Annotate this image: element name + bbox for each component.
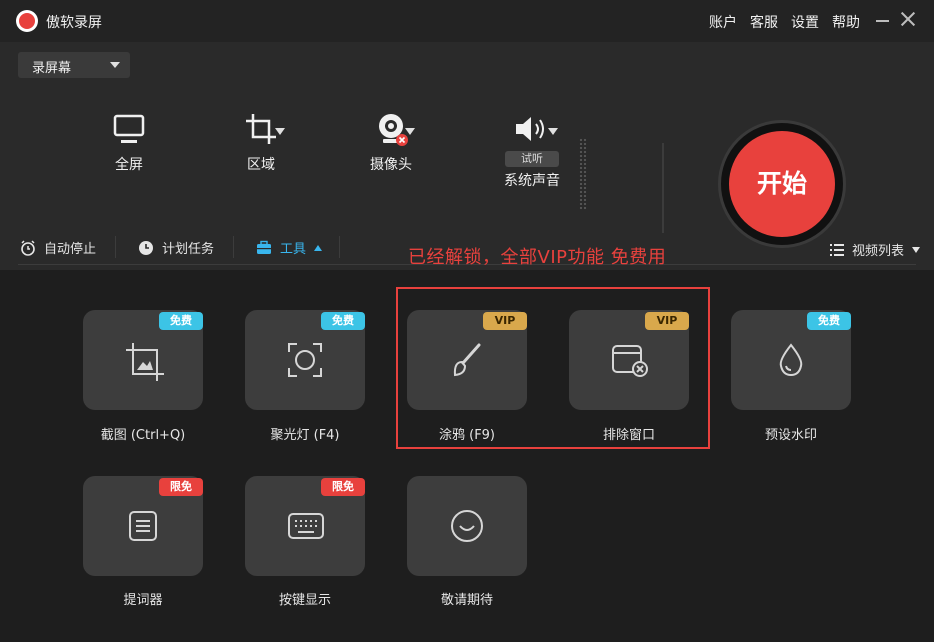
- watermark-drop-icon: [779, 343, 803, 377]
- tools-label: 工具: [280, 242, 307, 257]
- watermark-label: 预设水印: [764, 428, 817, 443]
- top-links: 账户 客服 设置 帮助: [709, 12, 860, 32]
- vip-highlight-box: [396, 287, 710, 449]
- list-icon: [829, 243, 844, 256]
- settings-link[interactable]: 设置: [791, 12, 819, 32]
- help-link[interactable]: 帮助: [832, 12, 860, 32]
- video-list-button[interactable]: 视频列表: [829, 240, 920, 259]
- mode-dropdown-value: 录屏幕: [32, 61, 72, 76]
- vip-unlock-notice: 已经解锁，全部VIP功能 免费用: [408, 247, 667, 268]
- volume-meter: [579, 138, 587, 210]
- speaker-icon: [516, 117, 544, 141]
- auto-stop-button[interactable]: 自动停止: [20, 238, 96, 257]
- title-bar: 傲软录屏 账户 客服 设置 帮助: [0, 0, 934, 42]
- monitor-icon: [113, 114, 145, 143]
- webcam-label: 摄像头: [370, 157, 412, 173]
- region-label: 区域: [247, 157, 275, 173]
- close-icon[interactable]: [900, 11, 916, 27]
- divider: [339, 236, 340, 258]
- fullscreen-button[interactable]: 全屏: [100, 112, 158, 174]
- region-button[interactable]: 区域: [232, 112, 290, 174]
- fullscreen-label: 全屏: [115, 157, 143, 173]
- screenshot-label: 截图 (Ctrl+Q): [100, 428, 186, 443]
- spotlight-tool[interactable]: 免费: [245, 310, 365, 410]
- keystroke-label: 按键显示: [278, 593, 331, 608]
- tools-tab[interactable]: 工具: [256, 238, 323, 257]
- test-listen-button[interactable]: 试听: [505, 151, 559, 167]
- limited-free-badge: 限免: [321, 478, 365, 496]
- start-button[interactable]: 开始: [729, 131, 835, 237]
- crop-image-icon: [126, 343, 164, 381]
- chevron-down-icon: [110, 62, 120, 68]
- webcam-dropdown-icon[interactable]: [405, 128, 415, 135]
- teleprompter-label: 提词器: [123, 593, 163, 608]
- schedule-button[interactable]: 计划任务: [138, 238, 214, 257]
- coming-soon-tile: [407, 476, 527, 576]
- support-link[interactable]: 客服: [750, 12, 778, 32]
- keyboard-icon: [288, 513, 324, 539]
- screenshot-tool[interactable]: 免费: [83, 310, 203, 410]
- free-badge: 免费: [159, 312, 203, 330]
- teleprompter-tool[interactable]: 限免: [83, 476, 203, 576]
- keystroke-tool[interactable]: 限免: [245, 476, 365, 576]
- divider: [662, 143, 664, 233]
- chevron-down-icon: [912, 246, 920, 253]
- auto-stop-label: 自动停止: [44, 242, 97, 257]
- app-title: 傲软录屏: [46, 15, 102, 31]
- schedule-label: 计划任务: [162, 242, 215, 257]
- webcam-button[interactable]: 摄像头: [362, 112, 420, 174]
- minimize-icon[interactable]: [876, 20, 889, 22]
- free-badge: 免费: [807, 312, 851, 330]
- region-dropdown-icon[interactable]: [275, 128, 285, 135]
- spotlight-label: 聚光灯 (F4): [270, 428, 340, 443]
- coming-soon-label: 敬请期待: [440, 593, 493, 608]
- recording-panel: 录屏幕 全屏 区域 摄像头 系统声音 试听 开始: [0, 42, 934, 270]
- system-audio-label: 系统声音: [504, 173, 560, 189]
- crop-region-icon: [246, 114, 276, 144]
- toolbox-icon: [257, 240, 271, 254]
- watermark-tool[interactable]: 免费: [731, 310, 851, 410]
- audio-dropdown-icon[interactable]: [548, 128, 558, 135]
- chevron-up-icon: [314, 244, 323, 251]
- free-badge: 免费: [321, 312, 365, 330]
- webcam-icon: [379, 114, 408, 146]
- alarm-clock-icon: [21, 239, 35, 256]
- video-list-label: 视频列表: [851, 244, 904, 259]
- mode-dropdown[interactable]: 录屏幕: [18, 52, 130, 78]
- app-logo-icon: [16, 10, 38, 32]
- clock-icon: [139, 240, 153, 255]
- spotlight-icon: [288, 343, 322, 377]
- teleprompter-icon: [129, 511, 157, 541]
- limited-free-badge: 限免: [159, 478, 203, 496]
- divider: [115, 236, 116, 258]
- divider: [233, 236, 234, 258]
- coming-soon-icon: [451, 510, 483, 542]
- account-link[interactable]: 账户: [709, 12, 737, 32]
